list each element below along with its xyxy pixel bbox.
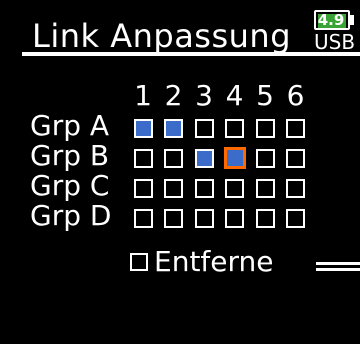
link-cell[interactable]	[286, 178, 305, 198]
link-cell[interactable]	[194, 178, 214, 198]
link-cell[interactable]	[255, 148, 275, 168]
power-source-label: USB	[314, 30, 356, 54]
scroll-indicator-icon	[316, 262, 360, 272]
column-header-2: 2	[164, 79, 183, 112]
remove-label: Entferne	[154, 245, 274, 278]
link-cell[interactable]	[223, 147, 246, 169]
link-cell[interactable]	[194, 208, 214, 228]
link-cell[interactable]	[225, 118, 244, 138]
row-label: Grp D	[30, 199, 112, 232]
link-cell[interactable]	[194, 148, 214, 168]
battery-level: 4.9	[317, 11, 345, 29]
link-cell[interactable]	[255, 208, 275, 228]
row-label: Grp B	[30, 139, 110, 172]
link-cell[interactable]	[133, 178, 153, 198]
link-cell[interactable]	[194, 118, 214, 138]
link-cell[interactable]	[164, 208, 183, 228]
link-cell[interactable]	[225, 178, 244, 198]
battery-nub-icon	[350, 15, 354, 25]
row-label: Grp A	[30, 109, 110, 142]
row-label: Grp C	[30, 169, 110, 202]
link-cell[interactable]	[133, 148, 153, 168]
link-cell[interactable]	[225, 208, 244, 228]
link-cell[interactable]	[133, 118, 153, 138]
column-header-1: 1	[134, 79, 152, 112]
column-header-6: 6	[286, 79, 305, 112]
column-header-4: 4	[225, 79, 244, 112]
link-cell[interactable]	[286, 208, 305, 228]
link-cell[interactable]	[255, 178, 275, 198]
column-header-5: 5	[256, 79, 274, 112]
title-bar: Link Anpassung 4.9 USB	[0, 0, 360, 90]
link-cell[interactable]	[164, 148, 183, 168]
link-cell[interactable]	[164, 178, 183, 198]
link-cell[interactable]	[255, 118, 275, 138]
link-cell[interactable]	[164, 118, 183, 138]
link-cell[interactable]	[286, 118, 305, 138]
header-divider	[22, 52, 360, 56]
link-cell[interactable]	[133, 208, 153, 228]
link-cell[interactable]	[286, 148, 305, 168]
remove-checkbox[interactable]	[130, 253, 148, 271]
page-title: Link Anpassung	[32, 17, 292, 55]
column-header-3: 3	[195, 79, 213, 112]
